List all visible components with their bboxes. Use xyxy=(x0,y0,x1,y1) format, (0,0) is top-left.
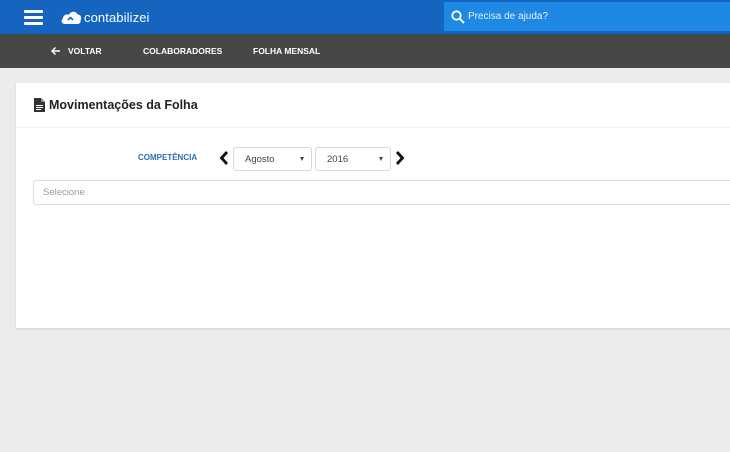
help-search-input[interactable] xyxy=(468,11,718,22)
hamburger-menu-icon[interactable] xyxy=(24,10,43,25)
back-button[interactable]: VOLTAR xyxy=(51,46,102,56)
back-button-label: VOLTAR xyxy=(68,46,102,56)
nav-item-folha-mensal[interactable]: FOLHA MENSAL xyxy=(253,46,320,56)
employee-select-placeholder: Selecione xyxy=(43,187,85,198)
search-icon xyxy=(451,9,465,24)
month-select[interactable]: Agosto xyxy=(233,147,312,171)
arrow-left-icon xyxy=(51,46,60,56)
page-title: Movimentações da Folha xyxy=(34,98,198,112)
brand-name: contabilizei xyxy=(84,9,150,25)
dropdown-caret-icon xyxy=(379,157,383,161)
year-select[interactable]: 2016 xyxy=(315,147,391,171)
help-search-box[interactable] xyxy=(444,2,730,31)
employee-select[interactable]: Selecione xyxy=(33,180,730,205)
payroll-movements-card: Movimentações da Folha COMPETÊNCIA Agost… xyxy=(16,83,730,328)
month-select-value: Agosto xyxy=(245,153,275,165)
secondary-nav-bar: VOLTAR COLABORADORES FOLHA MENSAL xyxy=(0,34,730,68)
top-app-bar: contabilizei xyxy=(0,0,730,34)
page-title-text: Movimentações da Folha xyxy=(49,98,198,112)
card-header: Movimentações da Folha xyxy=(16,83,730,128)
chevron-left-icon[interactable] xyxy=(219,150,229,166)
brand-logo[interactable]: contabilizei xyxy=(60,8,150,26)
competencia-label: COMPETÊNCIA xyxy=(138,153,198,162)
nav-item-colaboradores[interactable]: COLABORADORES xyxy=(143,46,222,56)
dropdown-caret-icon xyxy=(300,157,304,161)
cloud-logo-icon xyxy=(61,11,82,24)
chevron-right-icon[interactable] xyxy=(395,150,405,166)
document-icon xyxy=(34,98,45,112)
year-select-value: 2016 xyxy=(327,153,349,165)
